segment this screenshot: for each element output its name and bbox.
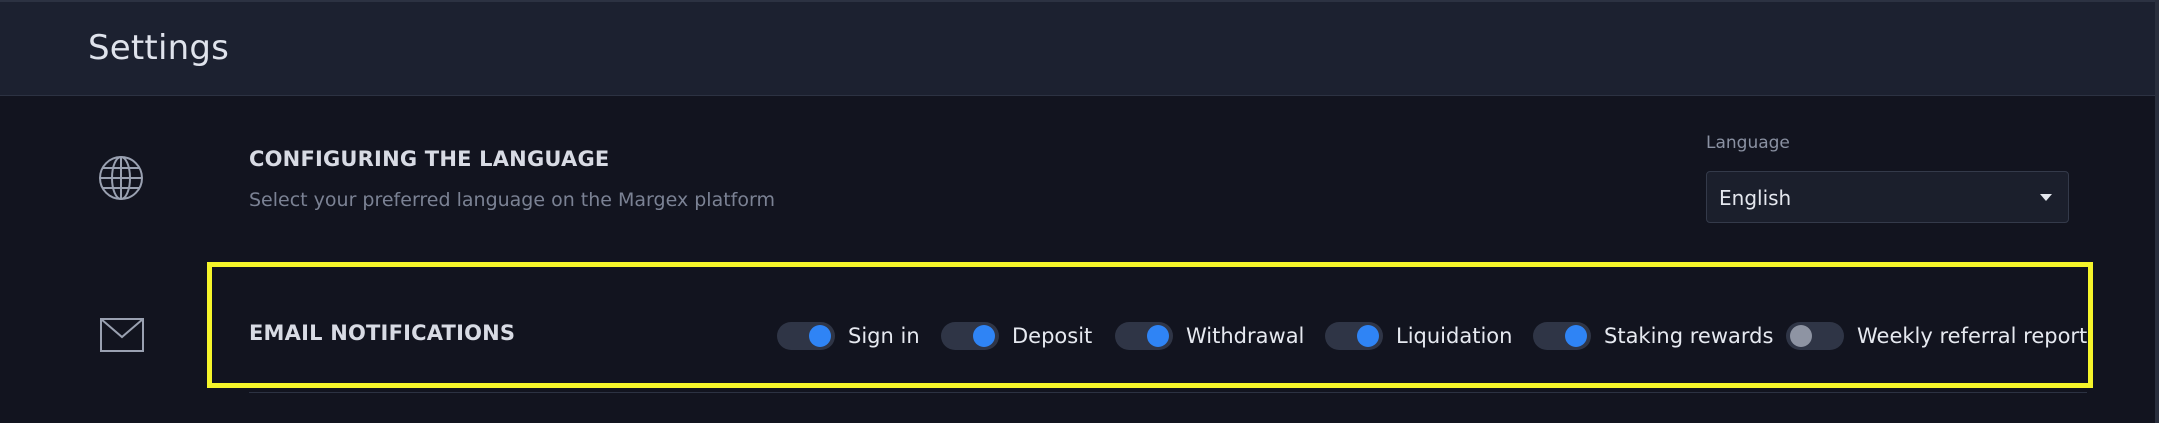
sign-in-label: Sign in	[848, 324, 920, 348]
liquidation-label: Liquidation	[1396, 324, 1513, 348]
deposit-label: Deposit	[1012, 324, 1093, 348]
switch-knob	[809, 325, 831, 347]
scrollbar[interactable]	[2155, 0, 2159, 423]
weekly-referral-report-switch[interactable]	[1786, 322, 1844, 350]
withdrawal-switch[interactable]	[1115, 322, 1173, 350]
toggle-withdrawal[interactable]: Withdrawal	[1115, 319, 1304, 353]
toggle-liquidation[interactable]: Liquidation	[1325, 319, 1512, 353]
email-section-title: EMAIL NOTIFICATIONS	[249, 321, 516, 345]
switch-knob	[973, 325, 995, 347]
section-divider	[249, 392, 2087, 393]
switch-knob	[1790, 325, 1812, 347]
language-select-value: English	[1719, 186, 1792, 210]
language-section-description: Select your preferred language on the Ma…	[249, 189, 775, 211]
sign-in-switch[interactable]	[777, 322, 835, 350]
switch-knob	[1565, 325, 1587, 347]
language-section-title: CONFIGURING THE LANGUAGE	[249, 147, 610, 171]
deposit-switch[interactable]	[941, 322, 999, 350]
staking-rewards-switch[interactable]	[1533, 322, 1591, 350]
weekly-referral-report-label: Weekly referral report	[1857, 324, 2088, 348]
language-select[interactable]: English	[1706, 171, 2069, 223]
globe-icon	[99, 156, 143, 200]
toggle-staking-rewards[interactable]: Staking rewards	[1533, 319, 1773, 353]
toggle-weekly-referral-report[interactable]: Weekly referral report	[1786, 319, 2087, 353]
language-field-label: Language	[1706, 133, 1790, 153]
withdrawal-label: Withdrawal	[1186, 324, 1305, 348]
page-header: Settings	[0, 0, 2159, 96]
staking-rewards-label: Staking rewards	[1604, 324, 1774, 348]
switch-knob	[1147, 325, 1169, 347]
liquidation-switch[interactable]	[1325, 322, 1383, 350]
chevron-down-icon	[2040, 194, 2052, 201]
page-title: Settings	[88, 28, 230, 68]
envelope-icon	[100, 318, 144, 352]
toggle-deposit[interactable]: Deposit	[941, 319, 1092, 353]
toggle-sign-in[interactable]: Sign in	[777, 319, 920, 353]
switch-knob	[1357, 325, 1379, 347]
